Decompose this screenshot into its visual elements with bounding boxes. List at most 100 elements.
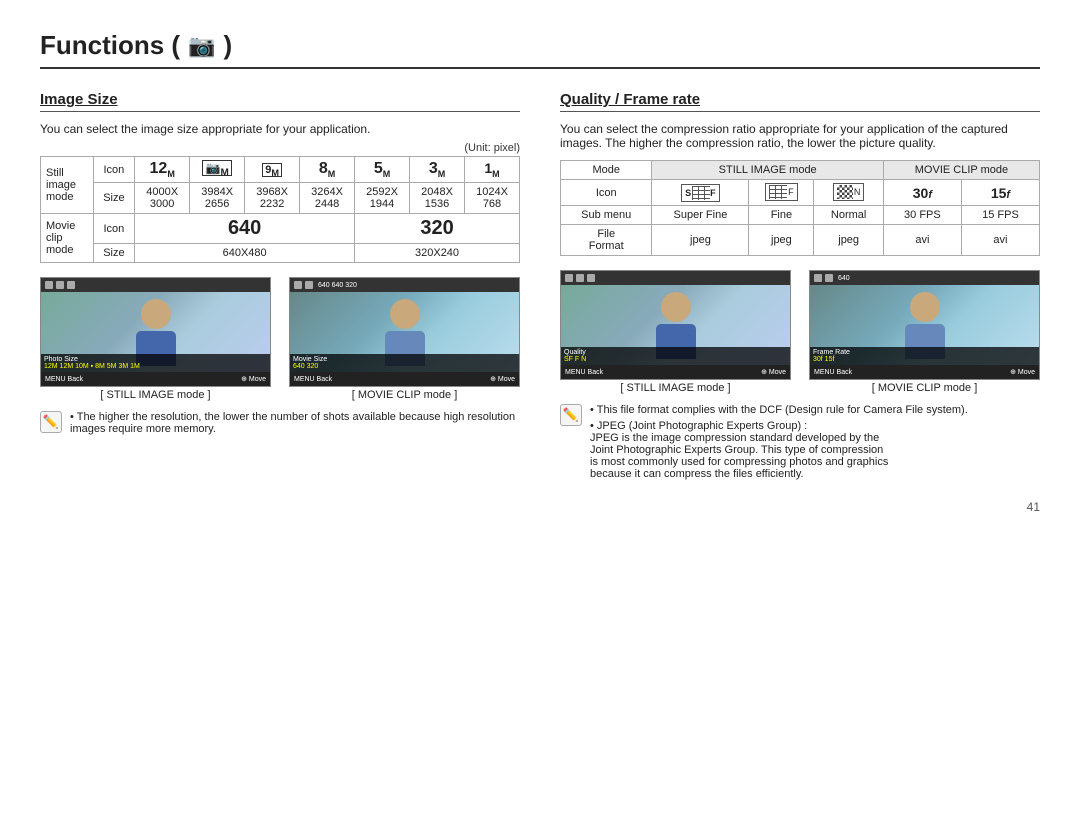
title-text: Functions ( — [40, 30, 180, 61]
screen-top-bar: 640 — [810, 271, 1039, 285]
note-2-text: JPEG (Joint Photographic Experts Group) … — [590, 420, 888, 480]
title-close-paren: ) — [224, 30, 233, 61]
movie-clip-screenshot-container: 640 640 320 Movie Size 640 320 — [289, 277, 520, 401]
size-4000: 4000X3000 — [135, 183, 190, 214]
icon-15fps: 15f — [961, 180, 1039, 206]
menu-overlay: Quality SF F N — [561, 347, 790, 365]
bullet-2: • — [590, 420, 597, 432]
note-icon: ✏️ — [40, 411, 62, 433]
size-2592: 2592X1944 — [355, 183, 410, 214]
image-size-note: ✏️ • The higher the resolution, the lowe… — [40, 411, 520, 435]
size-3264: 3264X2448 — [300, 183, 355, 214]
screen-icon — [56, 281, 64, 289]
submenu-30fps: 30 FPS — [883, 206, 961, 225]
image-size-table: Stillimagemode Icon 12M 📷M 9M 8M 5M 3M 1… — [40, 156, 520, 263]
note-text-container: • This file format complies with the DCF… — [590, 404, 968, 480]
screen-icon — [294, 281, 302, 289]
back-label: MENU Back — [294, 376, 332, 383]
move-label: ⊕ Move — [1010, 368, 1035, 376]
quality-movie-caption: [ MOVIE CLIP mode ] — [809, 382, 1040, 394]
note-text: • The higher the resolution, the lower t… — [70, 411, 520, 435]
screen-top-bar — [41, 278, 270, 292]
format-avi-1: avi — [883, 225, 961, 256]
format-jpeg-2: jpeg — [749, 225, 814, 256]
quality-section: Quality / Frame rate You can select the … — [560, 91, 1040, 480]
table-row: Mode STILL IMAGE mode MOVIE CLIP mode — [561, 161, 1040, 180]
screen-icon — [587, 274, 595, 282]
unit-note: (Unit: pixel) — [40, 142, 520, 154]
back-label: MENU Back — [565, 369, 603, 376]
size-2048: 2048X1536 — [410, 183, 465, 214]
icon-9m: 9M — [245, 157, 300, 183]
screen-content: Photo Size 12M 12M 10M ▪ 8M 5M 3M 1M — [41, 292, 270, 372]
menu-overlay: Photo Size 12M 12M 10M ▪ 8M 5M 3M 1M — [41, 354, 270, 372]
size-640x480: 640X480 — [135, 244, 355, 263]
screen-top-bar — [561, 271, 790, 285]
back-label: MENU Back — [814, 369, 852, 376]
submenu-normal: Normal — [814, 206, 883, 225]
note-1-text: This file format complies with the DCF (… — [597, 404, 968, 416]
icon-row-label: Icon — [561, 180, 652, 206]
format-jpeg-1: jpeg — [652, 225, 749, 256]
note-icon: ✏️ — [560, 404, 582, 426]
icon-5m: 5M — [355, 157, 410, 183]
image-size-title: Image Size — [40, 91, 520, 112]
screen-icon — [565, 274, 573, 282]
table-row: Size 640X480 320X240 — [41, 244, 520, 263]
quality-title: Quality / Frame rate — [560, 91, 1040, 112]
file-format-label: FileFormat — [561, 225, 652, 256]
screen-icon — [67, 281, 75, 289]
page-number: 41 — [40, 500, 1040, 514]
move-label: ⊕ Move — [241, 375, 266, 383]
quality-movie-screenshot-container: 640 Frame Rate 30f 15f — [809, 270, 1040, 394]
quality-notes: ✏️ • This file format complies with the … — [560, 404, 1040, 480]
screen-content: Frame Rate 30f 15f — [810, 285, 1039, 365]
movie-clip-header: MOVIE CLIP mode — [883, 161, 1039, 180]
movie-mode-label: Movieclipmode — [41, 214, 94, 263]
table-row: Icon SF F N — [561, 180, 1040, 206]
table-row: Movieclipmode Icon 640 320 — [41, 214, 520, 244]
format-jpeg-3: jpeg — [814, 225, 883, 256]
still-image-caption: [ STILL IMAGE mode ] — [40, 389, 271, 401]
icon-n: N — [814, 180, 883, 206]
screen-bottom-bar: MENU Back ⊕ Move — [810, 365, 1039, 379]
size-label: 640 640 320 — [318, 282, 357, 289]
still-image-screenshot: Photo Size 12M 12M 10M ▪ 8M 5M 3M 1M MEN… — [40, 277, 271, 387]
size-label: 640 — [838, 275, 850, 282]
screen-icon — [305, 281, 313, 289]
move-label: ⊕ Move — [761, 368, 786, 376]
quality-still-caption: [ STILL IMAGE mode ] — [560, 382, 791, 394]
screen-bottom-bar: MENU Back ⊕ Move — [561, 365, 790, 379]
back-label: MENU Back — [45, 376, 83, 383]
table-row: Sub menu Super Fine Fine Normal 30 FPS 1… — [561, 206, 1040, 225]
still-image-header: STILL IMAGE mode — [652, 161, 883, 180]
image-size-screenshots: Photo Size 12M 12M 10M ▪ 8M 5M 3M 1M MEN… — [40, 277, 520, 401]
quality-movie-screenshot: 640 Frame Rate 30f 15f — [809, 270, 1040, 380]
camera-icon: 📷 — [188, 33, 215, 59]
submenu-label: Sub menu — [561, 206, 652, 225]
movie-icon-label: Icon — [93, 214, 135, 244]
table-row: FileFormat jpeg jpeg jpeg avi avi — [561, 225, 1040, 256]
main-content: Image Size You can select the image size… — [40, 91, 1040, 480]
screen-content: Movie Size 640 320 — [290, 292, 519, 372]
icon-3m: 3M — [410, 157, 465, 183]
icon-col-label: Icon — [93, 157, 135, 183]
note-1: • This file format complies with the DCF… — [590, 404, 968, 416]
icon-10m: 📷M — [190, 157, 245, 183]
size-3968: 3968X2232 — [245, 183, 300, 214]
size-320x240: 320X240 — [355, 244, 520, 263]
screen-bottom-bar: MENU Back ⊕ Move — [41, 372, 270, 386]
icon-8m: 8M — [300, 157, 355, 183]
image-size-desc: You can select the image size appropriat… — [40, 122, 520, 136]
icon-1m: 1M — [465, 157, 520, 183]
menu-overlay: Frame Rate 30f 15f — [810, 347, 1039, 365]
image-size-section: Image Size You can select the image size… — [40, 91, 520, 480]
submenu-15fps: 15 FPS — [961, 206, 1039, 225]
quality-still-screenshot-container: Quality SF F N MENU Back ⊕ Move [ STILL … — [560, 270, 791, 394]
screen-icon — [45, 281, 53, 289]
movie-clip-screenshot: 640 640 320 Movie Size 640 320 — [289, 277, 520, 387]
screen-top-bar: 640 640 320 — [290, 278, 519, 292]
bullet-1: • — [590, 404, 597, 416]
icon-sf: SF — [652, 180, 749, 206]
mode-header: Mode — [561, 161, 652, 180]
